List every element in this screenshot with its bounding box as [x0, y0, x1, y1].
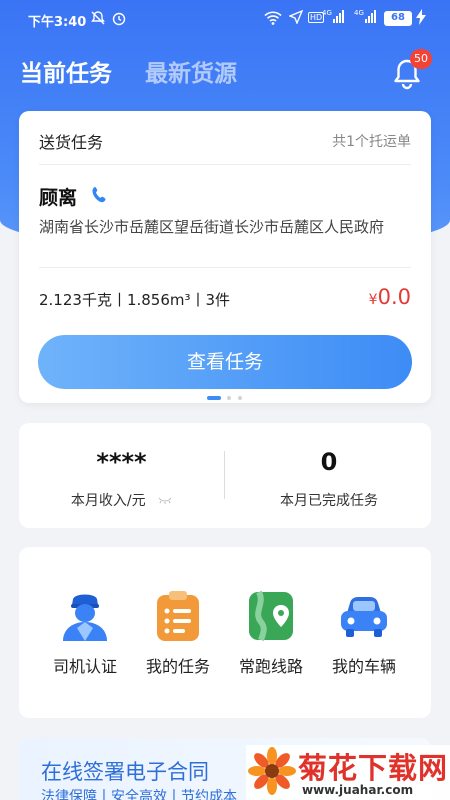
completed-tasks-value: 0 [320, 448, 338, 476]
eye-closed-icon[interactable] [158, 493, 172, 509]
battery-indicator: 68 [384, 11, 412, 26]
watermark-text: 菊花下载网 [298, 751, 449, 785]
wifi-icon [264, 10, 282, 30]
menu-driver-certification[interactable]: 司机认证 [39, 589, 131, 689]
svg-text:4G: 4G [322, 9, 332, 17]
charging-icon [416, 9, 426, 29]
divider [39, 267, 411, 268]
menu-label: 司机认证 [52, 657, 117, 676]
view-task-button[interactable]: 查看任务 [38, 335, 412, 389]
flower-logo-icon [248, 747, 296, 795]
mute-icon [90, 10, 106, 30]
signal-icon-1: 4G [322, 8, 346, 30]
delivery-task-card: 送货任务 共1个托运单 顾离 湖南省长沙市岳麓区望岳街道长沙市岳麓区人民政府 2… [19, 111, 431, 403]
status-time: 下午3:40 [28, 15, 87, 30]
freight-price: ¥0.0 [369, 285, 411, 309]
cargo-info: 2.123千克丨1.856m³丨3件 [39, 291, 231, 309]
menu-my-vehicles[interactable]: 我的车辆 [318, 589, 410, 689]
completed-tasks-label: 本月已完成任务 [280, 493, 378, 509]
watermark-url: www.juahar.com [302, 783, 414, 797]
menu-label: 常跑线路 [238, 657, 303, 676]
income-label: 本月收入/元 [39, 490, 204, 510]
carousel-dot [227, 396, 231, 400]
quick-menu-card: 司机认证 我的任务 常跑线路 我的车辆 [19, 547, 431, 718]
divider [39, 164, 411, 165]
price-currency: ¥ [368, 292, 378, 308]
site-watermark: 菊花下载网 www.juahar.com [246, 745, 450, 800]
monthly-stats-card: **** 本月收入/元 0 本月已完成任务 [19, 423, 431, 528]
banner-subtitle: 法律保障丨安全高效丨节约成本 [41, 789, 237, 800]
route-map-icon [245, 589, 297, 643]
car-icon [338, 589, 390, 643]
tab-current-tasks[interactable]: 当前任务 [20, 54, 112, 88]
carousel-dot-active [207, 396, 221, 400]
driver-icon [59, 589, 111, 643]
income-label-text: 本月收入/元 [70, 493, 146, 509]
menu-label: 我的任务 [145, 657, 210, 676]
status-bar: 下午3:40 HD 4G 4G 68 [0, 0, 450, 38]
waybill-count: 共1个托运单 [332, 134, 411, 150]
phone-icon[interactable] [91, 185, 109, 205]
delivery-address: 湖南省长沙市岳麓区望岳街道长沙市岳麓区人民政府 [39, 218, 385, 236]
task-clipboard-icon [152, 589, 204, 643]
price-amount: 0.0 [377, 285, 411, 309]
carousel-dot [238, 396, 242, 400]
banner-title: 在线签署电子合同 [41, 760, 209, 784]
notification-badge: 50 [410, 49, 432, 69]
signal-icon-2: 4G [354, 8, 378, 30]
income-value: **** [96, 448, 147, 476]
alarm-icon [111, 10, 127, 30]
task-card-title: 送货任务 [39, 133, 104, 152]
menu-my-tasks[interactable]: 我的任务 [132, 589, 224, 689]
stats-divider [224, 451, 225, 499]
menu-frequent-routes[interactable]: 常跑线路 [225, 589, 317, 689]
menu-label: 我的车辆 [331, 657, 396, 676]
tab-latest-cargo[interactable]: 最新货源 [145, 54, 237, 88]
svg-text:4G: 4G [354, 9, 364, 17]
location-arrow-icon [288, 9, 304, 28]
receiver-name: 顾离 [39, 187, 78, 209]
